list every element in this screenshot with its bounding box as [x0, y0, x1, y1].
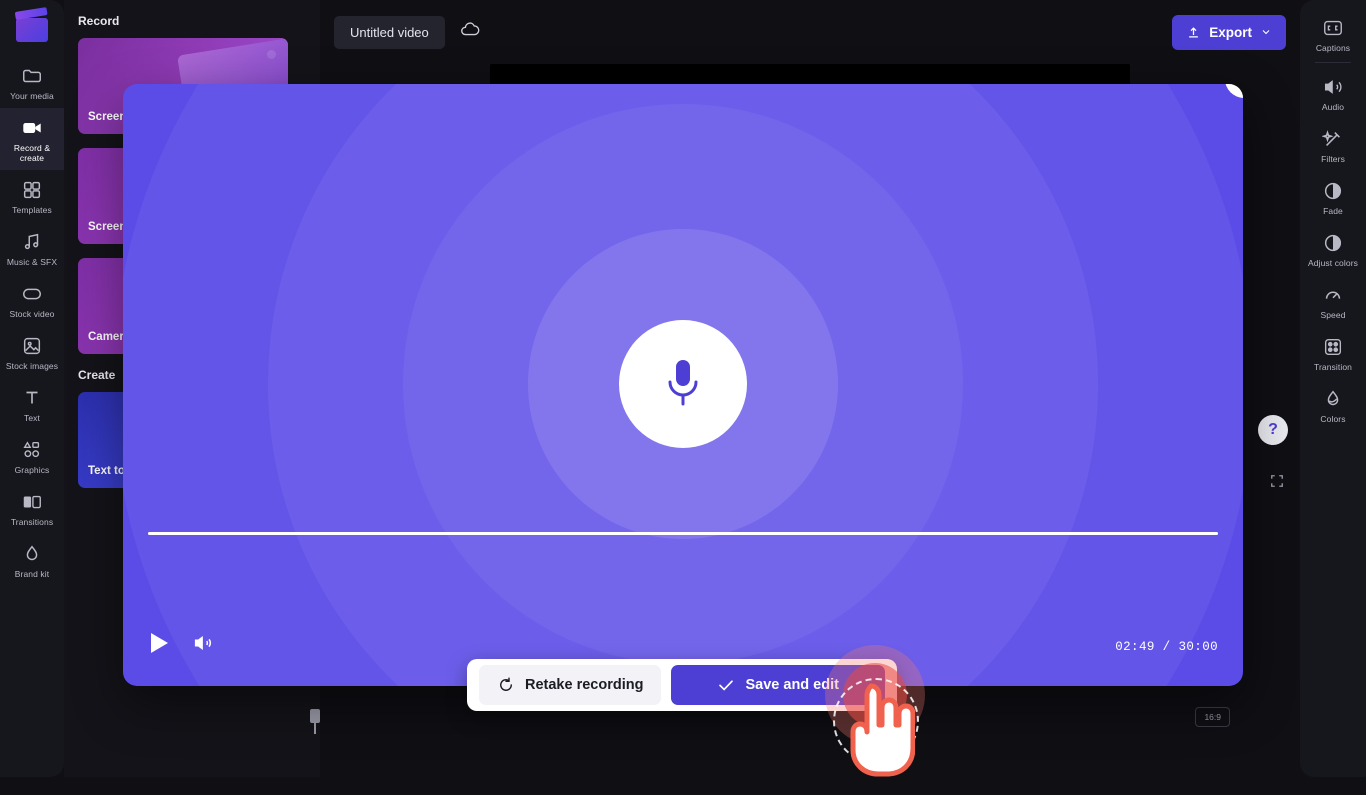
playhead-icon[interactable]: [310, 709, 320, 734]
help-button[interactable]: ?: [1258, 415, 1288, 445]
cloud-sync-icon[interactable]: [459, 19, 481, 46]
right-item-label: Transition: [1313, 362, 1352, 372]
export-button[interactable]: Export: [1172, 14, 1286, 50]
folder-icon: [23, 69, 41, 83]
sidebar-label: Stock video: [9, 309, 55, 319]
right-item-adjust-colors[interactable]: Adjust colors: [1301, 223, 1365, 275]
music-note-icon: [24, 233, 39, 250]
right-item-label: Speed: [1320, 310, 1346, 320]
right-item-captions[interactable]: Captions: [1301, 8, 1365, 60]
project-title-input[interactable]: Untitled video: [334, 15, 445, 49]
top-header-bar: Untitled video Export: [320, 0, 1300, 64]
time-separator: /: [1162, 640, 1171, 654]
rail-divider: [1315, 62, 1351, 63]
right-item-fade[interactable]: Fade: [1301, 171, 1365, 223]
sidebar-label: Transitions: [10, 517, 54, 527]
sidebar-item-text[interactable]: Text: [0, 378, 64, 430]
retake-recording-button[interactable]: Retake recording: [479, 665, 662, 705]
right-item-label: Filters: [1321, 154, 1345, 164]
export-label: Export: [1209, 24, 1252, 40]
save-label: Save and edit: [745, 677, 839, 693]
volume-button[interactable]: [191, 632, 215, 654]
fade-circle-icon: [1324, 182, 1342, 200]
current-time: 02:49: [1115, 640, 1155, 654]
contrast-circle-icon: [1324, 234, 1342, 252]
sidebar-item-transitions[interactable]: Transitions: [0, 482, 64, 534]
sidebar-item-brand-kit[interactable]: Brand kit: [0, 534, 64, 586]
right-sidebar-rail: Captions Audio Filters Fade Adjust color…: [1300, 0, 1366, 777]
sidebar-item-music-sfx[interactable]: Music & SFX: [0, 222, 64, 274]
sidebar-label: Record & create: [13, 143, 51, 163]
save-and-edit-button[interactable]: Save and edit: [671, 665, 885, 705]
time-display: 02:49 / 30:00: [1115, 640, 1218, 654]
text-t-icon: [26, 391, 38, 404]
rounded-rect-icon: [23, 288, 41, 300]
right-item-label: Adjust colors: [1308, 258, 1358, 268]
sidebar-label: Your media: [10, 91, 54, 101]
speaker-icon: [1324, 80, 1342, 94]
grid-icon: [23, 181, 41, 199]
sidebar-item-stock-images[interactable]: Stock images: [0, 326, 64, 378]
sidebar-label: Graphics: [14, 465, 50, 475]
close-button[interactable]: [1225, 84, 1243, 98]
aspect-ratio-badge[interactable]: 16:9: [1195, 707, 1230, 727]
right-item-label: Colors: [1320, 414, 1346, 424]
check-icon: [719, 680, 734, 691]
panel-heading-record: Record: [78, 14, 120, 28]
captions-icon: [1324, 20, 1342, 36]
video-camera-icon: [23, 122, 41, 134]
play-icon: [151, 633, 168, 653]
sidebar-label: Templates: [12, 205, 52, 215]
record-card-label: Screen: [88, 221, 127, 233]
close-icon: [1236, 84, 1243, 87]
recording-action-bar: Retake recording Save and edit: [467, 659, 897, 711]
chevron-down-icon: [1262, 30, 1270, 35]
speedometer-icon: [1325, 291, 1341, 299]
sidebar-item-record-create[interactable]: Record & create: [0, 108, 64, 170]
sidebar-label: Stock images: [5, 361, 59, 371]
right-item-speed[interactable]: Speed: [1301, 275, 1365, 327]
play-button[interactable]: [149, 632, 169, 654]
clipchamp-app-window: Your media Record & create Templates Mus…: [0, 0, 1366, 795]
right-item-label: Audio: [1321, 102, 1345, 112]
sidebar-label: Text: [24, 413, 40, 423]
right-item-transition[interactable]: Transition: [1301, 327, 1365, 379]
clapperboard-icon[interactable]: [16, 18, 48, 42]
image-icon: [23, 337, 41, 355]
upload-icon: [1189, 26, 1199, 37]
right-item-label: Captions: [1315, 43, 1351, 53]
transition-icon: [23, 495, 41, 509]
sidebar-item-your-media[interactable]: Your media: [0, 56, 64, 108]
left-sidebar-rail: Your media Record & create Templates Mus…: [0, 0, 64, 777]
playback-controls: [149, 632, 215, 654]
sidebar-label: Music & SFX: [6, 257, 58, 267]
shapes-icon: [23, 441, 40, 458]
magic-wand-icon: [1322, 130, 1340, 146]
sidebar-label: Brand kit: [14, 569, 50, 579]
expand-icon[interactable]: [1268, 472, 1286, 495]
volume-icon: [194, 635, 212, 651]
brand-drop-icon: [26, 545, 38, 561]
decorative-dot-icon: [267, 50, 276, 59]
retake-label: Retake recording: [525, 677, 644, 693]
microphone-indicator: [619, 320, 747, 448]
right-item-label: Fade: [1323, 206, 1343, 216]
sidebar-item-templates[interactable]: Templates: [0, 170, 64, 222]
right-item-filters[interactable]: Filters: [1301, 119, 1365, 171]
recording-preview-modal: 02:49 / 30:00: [123, 84, 1243, 686]
sidebar-item-stock-video[interactable]: Stock video: [0, 274, 64, 326]
transition-square-icon: [1324, 338, 1342, 356]
right-item-colors[interactable]: Colors: [1301, 379, 1365, 431]
color-drop-icon: [1327, 390, 1339, 406]
playback-progress-bar[interactable]: [148, 532, 1218, 535]
refresh-ccw-icon: [500, 677, 512, 691]
total-time: 30:00: [1178, 640, 1218, 654]
microphone-icon: [668, 360, 698, 406]
progress-fill: [148, 532, 1218, 535]
sidebar-item-graphics[interactable]: Graphics: [0, 430, 64, 482]
timeline-strip[interactable]: 16:9: [310, 705, 1300, 777]
right-item-audio[interactable]: Audio: [1301, 67, 1365, 119]
